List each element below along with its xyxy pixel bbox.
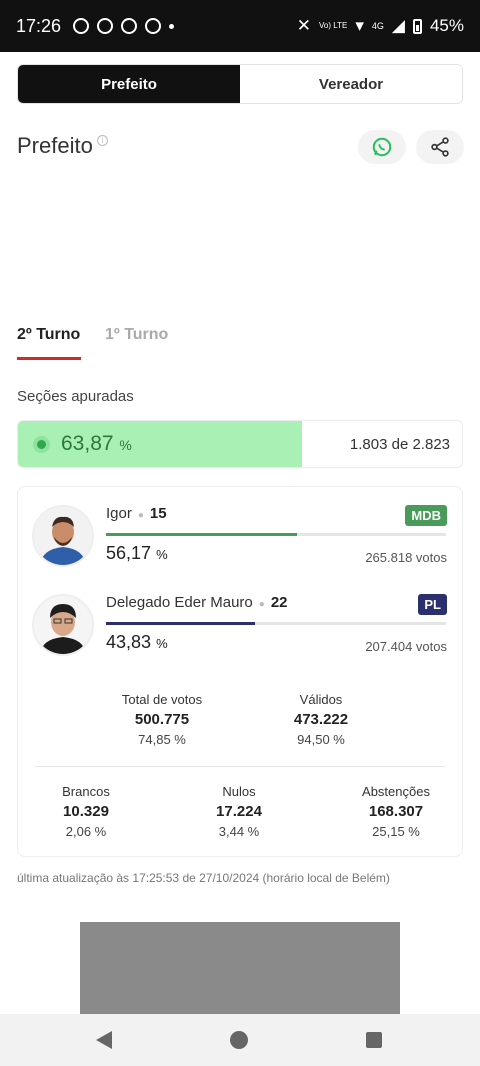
stat-label: Nulos bbox=[222, 784, 256, 799]
whatsapp-share-button[interactable] bbox=[358, 130, 406, 164]
sections-percent-value: 63,87 bbox=[61, 432, 114, 455]
stat-label: Abstenções bbox=[362, 784, 430, 799]
more-notifications-icon bbox=[169, 23, 175, 29]
stat-total-votes: Total de votos 500.775 74,85 % bbox=[102, 692, 222, 747]
battery-percent: 45% bbox=[429, 16, 464, 35]
recents-icon[interactable] bbox=[366, 1032, 382, 1048]
active-tab-indicator bbox=[17, 357, 81, 360]
candidate-name: Igor ● 15 bbox=[106, 505, 167, 522]
stat-percent: 94,50 % bbox=[297, 732, 345, 747]
sections-count: 1.803 de 2.823 bbox=[349, 436, 450, 453]
signal-icon: ◢ bbox=[391, 16, 405, 35]
stat-value: 500.775 bbox=[134, 711, 190, 728]
info-icon[interactable]: i bbox=[97, 135, 108, 146]
wifi-icon: ▾ bbox=[355, 16, 364, 35]
candidate-name: Delegado Eder Mauro ● 22 bbox=[106, 594, 288, 611]
status-bar: 17:26 ✕ Vo) LTE ▾ 4G ◢ 45% bbox=[0, 0, 480, 52]
notification-icons bbox=[73, 18, 175, 34]
candidate-name-text: Delegado Eder Mauro bbox=[106, 594, 253, 611]
candidate-avatar bbox=[32, 594, 94, 656]
stat-blank-votes: Brancos 10.329 2,06 % bbox=[36, 784, 136, 839]
vote-share-fill bbox=[106, 533, 297, 536]
candidate-percent-unit: % bbox=[156, 636, 168, 651]
stat-valid-votes: Válidos 473.222 94,50 % bbox=[261, 692, 381, 747]
party-badge: PL bbox=[418, 594, 447, 615]
stat-value: 10.329 bbox=[63, 803, 109, 820]
stat-value: 473.222 bbox=[293, 711, 349, 728]
vote-share-bar bbox=[106, 622, 446, 625]
candidate-percent-value: 56,17 bbox=[106, 543, 152, 563]
office-selector: Prefeito Vereador bbox=[17, 64, 463, 104]
share-button[interactable] bbox=[416, 130, 464, 164]
ad-banner[interactable] bbox=[80, 922, 400, 1014]
stat-abstentions: Abstenções 168.307 25,15 % bbox=[341, 784, 451, 839]
sections-percent-unit: % bbox=[119, 437, 132, 453]
candidate-percent-unit: % bbox=[156, 547, 168, 562]
tab-prefeito[interactable]: Prefeito bbox=[18, 65, 240, 103]
whatsapp-notification-icon bbox=[97, 18, 114, 34]
tab-second-round[interactable]: 2º Turno bbox=[17, 326, 80, 344]
stat-label: Válidos bbox=[299, 692, 343, 707]
candidate-avatar bbox=[32, 505, 94, 567]
stat-percent: 2,06 % bbox=[65, 824, 107, 839]
candidate-votes: 207.404 votos bbox=[365, 639, 447, 654]
app-notification-icon bbox=[145, 18, 162, 34]
volte-icon: Vo) LTE bbox=[319, 21, 348, 30]
back-icon[interactable] bbox=[96, 1031, 112, 1049]
status-time: 17:26 bbox=[16, 15, 62, 36]
candidate-number: 22 bbox=[270, 594, 288, 611]
android-navbar bbox=[0, 1014, 480, 1066]
stat-label: Total de votos bbox=[121, 692, 203, 707]
network-label: 4G bbox=[371, 21, 384, 31]
candidate-percent-value: 43,83 bbox=[106, 632, 152, 652]
results-card: Igor ● 15 MDB 56,17 % 265.818 votos Delega… bbox=[17, 486, 463, 857]
candidate-photo-eder-mauro bbox=[34, 596, 92, 654]
separator-icon: ● bbox=[258, 599, 265, 610]
candidate-name-text: Igor bbox=[106, 505, 132, 522]
share-icon bbox=[431, 137, 449, 157]
candidate-percent: 56,17 % bbox=[106, 543, 168, 564]
vote-share-fill bbox=[106, 622, 256, 625]
sections-label: Seções apuradas bbox=[17, 388, 134, 405]
candidate-votes: 265.818 votos bbox=[365, 550, 447, 565]
vote-share-bar bbox=[106, 533, 446, 536]
page-title: Prefeito bbox=[17, 133, 93, 158]
candidate-row[interactable]: Igor ● 15 MDB 56,17 % 265.818 votos bbox=[18, 505, 464, 585]
stat-value: 17.224 bbox=[216, 803, 262, 820]
sections-progress: 63,87 % 1.803 de 2.823 bbox=[17, 420, 463, 468]
candidate-photo-igor bbox=[34, 507, 92, 565]
stat-percent: 3,44 % bbox=[218, 824, 260, 839]
stat-percent: 74,85 % bbox=[138, 732, 186, 747]
chat-notification-icon bbox=[121, 18, 138, 34]
tab-first-round[interactable]: 1º Turno bbox=[105, 326, 168, 344]
party-badge: MDB bbox=[405, 505, 447, 526]
candidate-percent: 43,83 % bbox=[106, 632, 168, 653]
live-dot-icon bbox=[37, 440, 46, 449]
home-icon[interactable] bbox=[230, 1031, 248, 1049]
whatsapp-icon bbox=[372, 137, 392, 157]
notification-icon bbox=[73, 18, 90, 34]
stat-percent: 25,15 % bbox=[372, 824, 420, 839]
status-right: ✕ Vo) LTE ▾ 4G ◢ 45% bbox=[297, 16, 464, 36]
sections-percent: 63,87 % bbox=[61, 432, 132, 456]
battery-icon bbox=[412, 18, 422, 34]
stat-label: Brancos bbox=[62, 784, 110, 799]
candidate-row[interactable]: Delegado Eder Mauro ● 22 PL 43,83 % 207.40… bbox=[18, 594, 464, 674]
divider bbox=[35, 766, 445, 767]
stat-null-votes: Nulos 17.224 3,44 % bbox=[189, 784, 289, 839]
tab-vereador[interactable]: Vereador bbox=[240, 65, 462, 103]
separator-icon: ● bbox=[137, 510, 144, 521]
candidate-number: 15 bbox=[149, 505, 167, 522]
stat-value: 168.307 bbox=[368, 803, 424, 820]
last-updated: última atualização às 17:25:53 de 27/10/… bbox=[17, 871, 390, 885]
mute-icon: ✕ bbox=[296, 16, 312, 35]
